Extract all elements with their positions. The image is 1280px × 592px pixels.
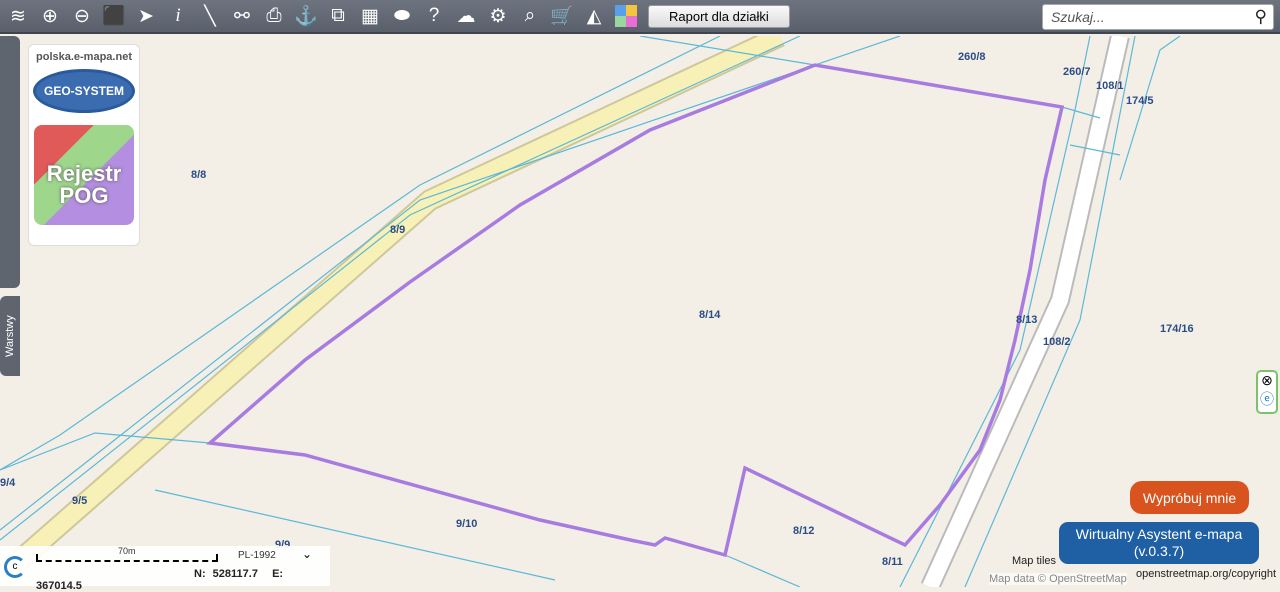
zoom-in-icon[interactable]: ⊕: [34, 0, 66, 32]
parcel-label: 174/5: [1126, 95, 1154, 107]
zoom-out-icon[interactable]: ⊖: [66, 0, 98, 32]
pointer-icon[interactable]: ➤: [130, 0, 162, 32]
emapa-icon[interactable]: ⓔ: [1258, 389, 1276, 409]
download-icon[interactable]: ⚓: [290, 0, 322, 32]
parcel-label: 174/16: [1160, 323, 1194, 335]
report-button[interactable]: Raport dla działki: [648, 4, 790, 28]
cloud-upload-icon[interactable]: ☁: [450, 0, 482, 32]
try-me-bubble[interactable]: Wypróbuj mnie: [1130, 481, 1249, 514]
colors-icon[interactable]: [610, 0, 642, 32]
measure-icon[interactable]: ╲: [194, 0, 226, 32]
settings-icon[interactable]: ⚙: [482, 0, 514, 32]
parcel-label: 8/14: [699, 309, 721, 321]
site-name[interactable]: polska.e-mapa.net: [29, 51, 139, 63]
link-icon[interactable]: ⚯: [226, 0, 258, 32]
search-icon[interactable]: ⚲: [1255, 7, 1267, 27]
chevron-down-icon[interactable]: ⌄: [302, 547, 312, 561]
layers-tab[interactable]: Warstwy: [0, 296, 20, 376]
attribution-link[interactable]: openstreetmap.org/copyright: [1136, 568, 1276, 580]
terrain-icon[interactable]: ◭: [578, 0, 610, 32]
layout-icon[interactable]: ▦: [354, 0, 386, 32]
parcel-label: 8/8: [191, 169, 207, 181]
toolbar: ≋ ⊕ ⊖ ⬛ ➤ i ╲ ⚯ ⎙ ⚓ ⧉ ▦ ⬬ ? ☁ ⚙ ⌕ 🛒 ◭ Ra…: [0, 0, 1280, 34]
parcel-label: 8/13: [1016, 314, 1038, 326]
cart-icon[interactable]: 🛒: [546, 0, 578, 32]
parcel-label: 8/12: [793, 525, 815, 537]
help-icon[interactable]: ?: [418, 0, 450, 32]
map-canvas[interactable]: 260/8 260/7 108/1 174/5 8/8 8/9 8/14 8/1…: [0, 26, 1280, 592]
search-placeholder: Szukaj...: [1051, 9, 1105, 25]
parcel-label: 260/7: [1063, 66, 1091, 78]
parcel-label: 8/11: [882, 556, 903, 568]
close-icon[interactable]: ⊗: [1258, 372, 1276, 389]
compare-icon[interactable]: ⧉: [322, 0, 354, 32]
assistant-title: Wirtualny Asystent e-mapa: [1075, 526, 1243, 542]
full-extent-icon[interactable]: ⬛: [98, 0, 130, 32]
attribution-data: Map data © OpenStreetMap: [989, 573, 1127, 585]
attribution-tiles: Map tiles: [1012, 555, 1057, 567]
parcel-label: 108/2: [1043, 336, 1071, 348]
parcel-label: 9/4: [0, 477, 16, 489]
side-widget[interactable]: ⊗ ⓔ: [1256, 370, 1278, 414]
layers-icon[interactable]: ≋: [2, 0, 34, 32]
info-icon[interactable]: i: [162, 0, 194, 32]
parcel-label: 108/1: [1096, 80, 1124, 92]
selected-parcel[interactable]: [205, 63, 1065, 558]
pog-line2: POG: [59, 183, 109, 208]
parcel-label: 260/8: [958, 51, 986, 63]
status-bar: c 70m PL-1992 ⌄ N: 528117.7 E: 367014.5: [0, 546, 330, 592]
emapa-logo-icon: c: [4, 556, 26, 578]
print-icon[interactable]: ⎙: [258, 0, 290, 32]
road: [12, 26, 1130, 592]
zoom-slider[interactable]: [0, 36, 20, 288]
crs-select[interactable]: PL-1992: [238, 550, 276, 561]
shape-icon[interactable]: ⬬: [386, 0, 418, 32]
geo-system-logo[interactable]: GEO-SYSTEM: [33, 69, 135, 113]
virtual-assistant-button[interactable]: Wirtualny Asystent e-mapa (v.0.3.7): [1059, 522, 1259, 564]
logo-panel: polska.e-mapa.net GEO-SYSTEM Rejestr POG: [28, 44, 140, 246]
search-map-icon[interactable]: ⌕: [514, 0, 546, 32]
parcel-label: 8/9: [390, 224, 406, 236]
map-layer: [0, 26, 1181, 592]
parcel-label: 9/5: [72, 495, 88, 507]
scale-label: 70m: [118, 546, 136, 556]
rejestr-pog-button[interactable]: Rejestr POG: [34, 125, 134, 225]
assistant-version: (v.0.3.7): [1133, 543, 1185, 559]
search-input[interactable]: Szukaj... ⚲: [1042, 4, 1274, 30]
parcel-label: 9/10: [456, 518, 478, 530]
coord-n: N: 528117.7: [194, 568, 258, 580]
coordinates: N: 528117.7 E: 367014.5: [36, 568, 330, 592]
